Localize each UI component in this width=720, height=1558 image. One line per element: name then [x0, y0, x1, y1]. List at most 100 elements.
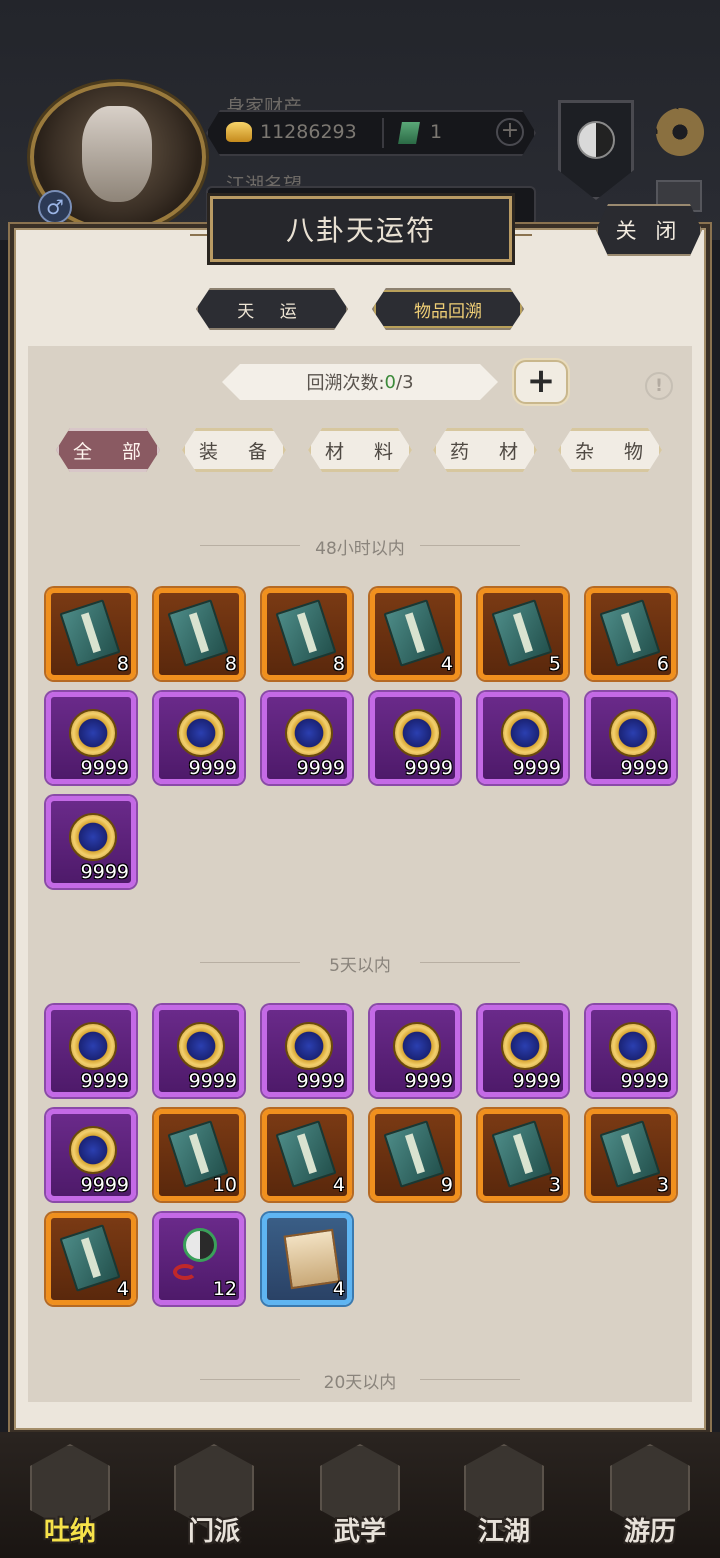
- sapphire-coin-icon: [609, 1022, 657, 1070]
- category-all[interactable]: 全 部: [56, 428, 160, 472]
- item-slot[interactable]: 9999: [478, 1005, 568, 1097]
- gear-icon[interactable]: [656, 108, 704, 156]
- manual-book-icon: [491, 1120, 553, 1188]
- male-gender-icon: ♂: [38, 190, 72, 224]
- item-slot[interactable]: 9999: [46, 796, 136, 888]
- avatar-mask: [82, 106, 152, 202]
- tab-fortune[interactable]: 天 运: [196, 288, 348, 330]
- item-slot[interactable]: 9999: [46, 1109, 136, 1201]
- item-slot[interactable]: 9999: [262, 692, 352, 784]
- item-quantity: 9999: [80, 1174, 129, 1196]
- category-misc[interactable]: 杂 物: [558, 428, 662, 472]
- item-quantity: 9999: [512, 757, 561, 779]
- manual-book-icon: [491, 599, 553, 667]
- title-flourish-left: [190, 222, 212, 236]
- modal-title: 八卦天运符: [210, 196, 512, 262]
- category-herbs[interactable]: 药 材: [433, 428, 537, 472]
- item-slot[interactable]: 8: [154, 588, 244, 680]
- pendant-tassel-icon: [173, 1264, 197, 1280]
- manual-book-icon: [59, 1224, 121, 1292]
- item-quantity: 8: [116, 653, 129, 675]
- section-divider-left: [200, 962, 300, 963]
- item-slot[interactable]: 10: [154, 1109, 244, 1201]
- manual-book-icon: [59, 599, 121, 667]
- item-slot[interactable]: 9999: [46, 692, 136, 784]
- add-currency-button[interactable]: +: [496, 118, 524, 146]
- section-divider-right: [420, 962, 520, 963]
- manual-book-icon: [167, 599, 229, 667]
- item-slot[interactable]: 9999: [154, 1005, 244, 1097]
- item-slot[interactable]: 3: [586, 1109, 676, 1201]
- nav-label: 游历: [623, 1517, 676, 1547]
- item-slot[interactable]: 9999: [370, 1005, 460, 1097]
- manual-book-icon: [275, 1120, 337, 1188]
- category-materials[interactable]: 材 料: [308, 428, 412, 472]
- section-divider-left: [200, 545, 300, 546]
- item-quantity: 9999: [296, 1070, 345, 1092]
- item-slot[interactable]: 5: [478, 588, 568, 680]
- tab-item-recall[interactable]: 物品回溯: [372, 288, 524, 330]
- item-quantity: 9999: [404, 757, 453, 779]
- recall-count-total: /3: [396, 371, 414, 393]
- title-flourish-right: [510, 222, 532, 236]
- item-slot[interactable]: 8: [262, 588, 352, 680]
- sapphire-coin-icon: [177, 1022, 225, 1070]
- recall-count: 回溯次数: 0 /3: [222, 364, 498, 400]
- wealth-separator: [382, 118, 384, 148]
- item-slot[interactable]: 3: [478, 1109, 568, 1201]
- jade-amount: 1: [430, 121, 443, 143]
- section-divider-right: [420, 545, 520, 546]
- nav-sect[interactable]: 门派: [168, 1440, 260, 1550]
- manual-book-icon: [275, 599, 337, 667]
- item-slot[interactable]: 4: [262, 1109, 352, 1201]
- recall-count-used: 0: [384, 371, 396, 393]
- manual-book-icon: [599, 599, 661, 667]
- item-slot[interactable]: 9999: [46, 1005, 136, 1097]
- item-quantity: 9999: [620, 757, 669, 779]
- wealth-bar: [206, 110, 536, 156]
- item-slot[interactable]: 9999: [586, 1005, 676, 1097]
- item-slot[interactable]: 9999: [370, 692, 460, 784]
- item-slot[interactable]: 6: [586, 588, 676, 680]
- nav-label: 江湖: [477, 1517, 530, 1547]
- nav-label: 门派: [187, 1517, 240, 1547]
- item-quantity: 4: [116, 1278, 129, 1300]
- item-quantity: 9999: [620, 1070, 669, 1092]
- nav-label: 吐纳: [43, 1517, 96, 1547]
- sapphire-coin-icon: [69, 813, 117, 861]
- item-quantity: 3: [548, 1174, 561, 1196]
- item-slot[interactable]: 9999: [154, 692, 244, 784]
- manual-book-icon: [599, 1120, 661, 1188]
- item-slot[interactable]: 4: [370, 588, 460, 680]
- item-slot[interactable]: 9999: [478, 692, 568, 784]
- item-quantity: 9999: [80, 1070, 129, 1092]
- info-icon[interactable]: !: [645, 372, 673, 400]
- item-slot[interactable]: 4: [262, 1213, 352, 1305]
- taiji-pendant-icon: [183, 1228, 217, 1262]
- nav-martial-arts[interactable]: 武学: [314, 1440, 406, 1550]
- nav-travel[interactable]: 游历: [604, 1440, 696, 1550]
- item-slot[interactable]: 9: [370, 1109, 460, 1201]
- section-title: 20天以内: [323, 1373, 397, 1393]
- nav-jianghu[interactable]: 江湖: [458, 1440, 550, 1550]
- item-quantity: 4: [332, 1278, 345, 1300]
- item-quantity: 5: [548, 653, 561, 675]
- item-slot[interactable]: 12: [154, 1213, 244, 1305]
- nav-label: 武学: [333, 1517, 386, 1547]
- section-title: 5天以内: [329, 956, 391, 976]
- item-quantity: 8: [224, 653, 237, 675]
- add-recall-button[interactable]: +: [514, 360, 568, 404]
- item-slot[interactable]: 4: [46, 1213, 136, 1305]
- close-button[interactable]: 关 闭: [596, 204, 702, 256]
- sapphire-coin-icon: [393, 709, 441, 757]
- sapphire-coin-icon: [69, 1022, 117, 1070]
- item-quantity: 4: [332, 1174, 345, 1196]
- item-slot[interactable]: 8: [46, 588, 136, 680]
- item-slot[interactable]: 9999: [262, 1005, 352, 1097]
- sapphire-coin-icon: [69, 1126, 117, 1174]
- item-quantity: 8: [332, 653, 345, 675]
- category-equipment[interactable]: 装 备: [182, 428, 286, 472]
- nav-breathing[interactable]: 吐纳: [24, 1440, 116, 1550]
- item-slot[interactable]: 9999: [586, 692, 676, 784]
- recall-count-label: 回溯次数:: [306, 373, 385, 394]
